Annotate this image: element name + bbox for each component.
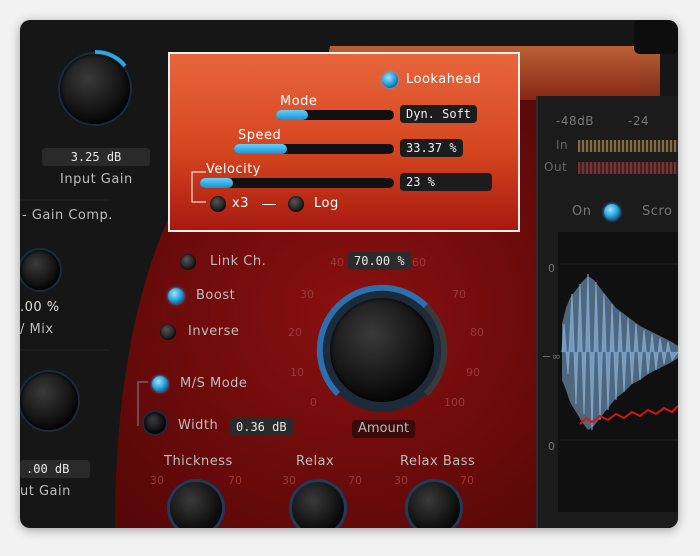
velocity-slider[interactable] <box>200 178 394 188</box>
velocity-label: Velocity <box>206 162 261 177</box>
amount-tick-70: 70 <box>452 288 466 301</box>
relax-bass-label: Relax Bass <box>400 454 476 469</box>
width-value[interactable]: 0.36 dB <box>230 418 293 436</box>
on-label: On <box>572 204 592 219</box>
boost-toggle[interactable] <box>168 288 184 304</box>
gain-comp-label: - Gain Comp. <box>22 208 113 223</box>
relax-tick-max: 70 <box>348 474 362 487</box>
amount-value[interactable]: 70.00 % <box>348 252 411 270</box>
amount-tick-60: 60 <box>412 256 426 269</box>
velocity-value[interactable]: 23 % <box>400 173 492 191</box>
thickness-knob[interactable] <box>170 482 222 528</box>
amount-label: Amount <box>352 420 416 438</box>
amount-knob[interactable] <box>330 298 434 402</box>
mode-value[interactable]: Dyn. Soft <box>400 105 478 123</box>
amount-tick-40: 40 <box>330 256 344 269</box>
speed-slider-fill <box>234 144 287 154</box>
input-meter <box>578 140 678 152</box>
scale-24: -24 <box>628 114 650 128</box>
log-toggle[interactable] <box>288 196 304 212</box>
amount-tick-30: 30 <box>300 288 314 301</box>
scroll-label: Scro <box>642 204 673 219</box>
amount-tick-100: 100 <box>444 396 465 409</box>
lookahead-label: Lookahead <box>406 72 482 87</box>
amount-tick-0: 0 <box>310 396 317 409</box>
amount-tick-10: 10 <box>290 366 304 379</box>
boost-label: Boost <box>196 288 236 303</box>
mix-label: / Mix <box>20 322 54 337</box>
mode-slider-fill <box>276 110 308 120</box>
speed-slider[interactable] <box>234 144 394 154</box>
speed-label: Speed <box>238 128 282 143</box>
relax-knob[interactable] <box>292 482 344 528</box>
thickness-label: Thickness <box>164 454 233 469</box>
mode-label: Mode <box>280 94 318 109</box>
advanced-settings-popup: Lookahead Mode Dyn. Soft Speed 33.37 % V… <box>168 52 520 232</box>
speed-value[interactable]: 33.37 % <box>400 139 463 157</box>
out-label: Out <box>544 160 568 174</box>
x3-toggle[interactable] <box>210 196 226 212</box>
link-channels-toggle[interactable] <box>180 254 196 270</box>
width-label: Width <box>178 418 219 433</box>
inverse-toggle[interactable] <box>160 324 176 340</box>
x3-label: x3 <box>232 196 249 211</box>
input-gain-value[interactable]: 3.25 dB <box>42 148 150 166</box>
thickness-tick-min: 30 <box>150 474 164 487</box>
y-zero-bottom: 0 <box>548 440 556 453</box>
input-gain-arc <box>94 49 127 68</box>
relax-tick-min: 30 <box>282 474 296 487</box>
output-gain-knob[interactable] <box>20 372 78 430</box>
scroll-on-toggle[interactable] <box>604 204 620 220</box>
relax-bass-knob[interactable] <box>408 482 460 528</box>
scale-48: -48dB <box>556 114 594 128</box>
y-zero-top: 0 <box>548 262 556 275</box>
relax-bass-tick-min: 30 <box>394 474 408 487</box>
width-knob[interactable] <box>144 412 166 434</box>
plugin-window: 3.25 dB Input Gain - Gain Comp. .00 % / … <box>20 20 678 528</box>
option-separator <box>262 204 276 205</box>
output-gain-label: ut Gain <box>20 484 71 499</box>
lookahead-toggle[interactable] <box>382 72 398 88</box>
mode-slider[interactable] <box>276 110 394 120</box>
inverse-label: Inverse <box>188 324 240 339</box>
y-neg-inf: −∞ <box>542 350 562 363</box>
thickness-tick-max: 70 <box>228 474 242 487</box>
amount-tick-90: 90 <box>466 366 480 379</box>
in-label: In <box>556 138 569 152</box>
ms-mode-label: M/S Mode <box>180 376 248 391</box>
waveform <box>560 263 678 441</box>
link-channels-label: Link Ch. <box>210 254 267 269</box>
amount-tick-80: 80 <box>470 326 484 339</box>
output-meter <box>578 162 678 174</box>
mix-value[interactable]: .00 % <box>20 300 60 315</box>
ms-mode-toggle[interactable] <box>152 376 168 392</box>
mix-knob[interactable] <box>20 250 60 290</box>
amount-tick-20: 20 <box>288 326 302 339</box>
output-gain-value[interactable]: .00 dB <box>20 460 90 478</box>
relax-label: Relax <box>296 454 335 469</box>
input-gain-label: Input Gain <box>60 172 133 187</box>
log-label: Log <box>314 196 339 211</box>
relax-bass-tick-max: 70 <box>460 474 474 487</box>
